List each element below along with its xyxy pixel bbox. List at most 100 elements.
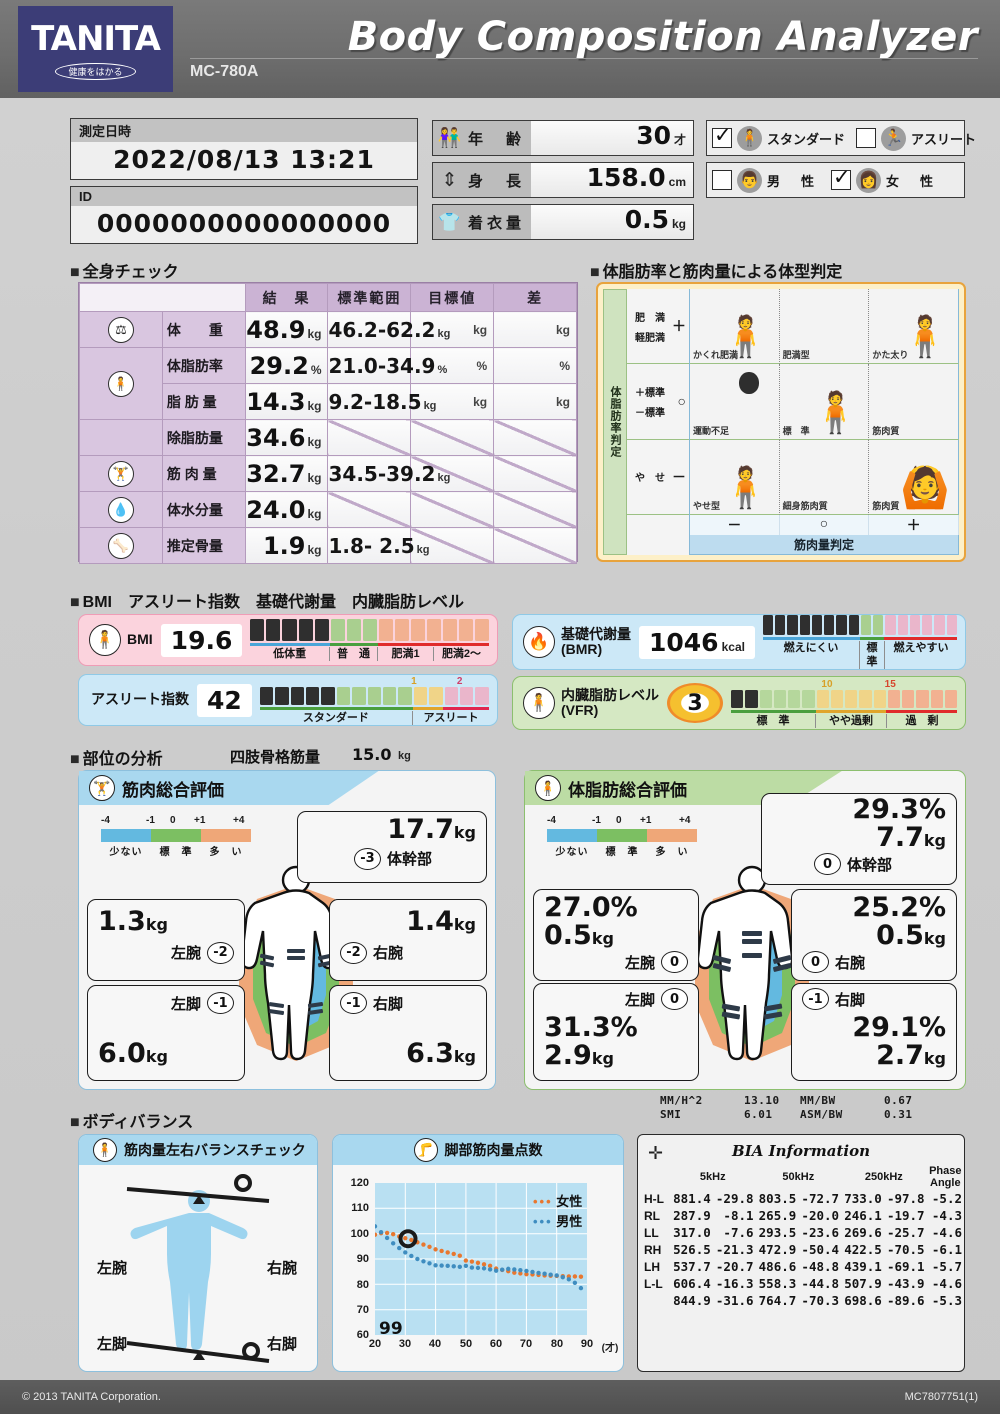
muscle-icon: 🏋 bbox=[79, 455, 163, 492]
green-figure-icon: 🧍 bbox=[810, 390, 861, 435]
col-diff: 差 bbox=[493, 283, 577, 312]
fat-right-leg-bubble: -1 右脚 29.1% 2.7kg bbox=[791, 983, 957, 1081]
bodytype-cell: 🙆 筋肉質 bbox=[869, 439, 959, 515]
mm-h2-value: 13.10 bbox=[744, 1094, 780, 1107]
table-row: 除脂肪量 34.6 kg bbox=[79, 419, 577, 456]
table-row: ⚖ 体 重 48.9 kg 46.2-62.2 kg kg kg bbox=[79, 311, 577, 348]
wholebody-table: 結 果 標準範囲 目標値 差 ⚖ 体 重 48.9 kg 46.2-62.2 kg … bbox=[78, 282, 578, 564]
bmi-gauge-cells bbox=[250, 619, 490, 641]
muscle-right-leg-bubble: -1 右脚 6.3kg bbox=[329, 985, 487, 1081]
legend-male: ••• 男性 bbox=[533, 1214, 583, 1229]
muscle-trunk-label: 体幹部 bbox=[387, 851, 433, 869]
fat-left-leg-pct: 31.3% bbox=[544, 1012, 638, 1043]
smi-name: SMI bbox=[660, 1108, 682, 1121]
male-dots-icon: ••• bbox=[533, 1214, 553, 1229]
vfr-icon: 🧍 bbox=[523, 687, 555, 719]
bia-header-row: 5kHz 50kHz 250kHz Phase Angle bbox=[638, 1164, 964, 1190]
muscle-figure-icon: 🏋 bbox=[89, 775, 115, 801]
id-value: 0000000000000000 bbox=[96, 209, 392, 238]
muscle-panel-header: 🏋 筋肉総合評価 bbox=[79, 771, 379, 805]
table-row: 🧍 体脂肪率 29.2% 21.0-34.9% % % bbox=[79, 347, 577, 420]
y-tick: 70 bbox=[356, 1304, 369, 1316]
row-diff bbox=[493, 491, 577, 528]
fat-trunk-pct: 29.3% bbox=[852, 794, 946, 825]
fat-right-arm-bubble: 25.2% 0.5kg 0 右腕 bbox=[791, 889, 957, 981]
y-tick: 100 bbox=[350, 1228, 369, 1240]
row-result: 29.2% bbox=[244, 347, 329, 384]
bodyfat-icon: 🧍 bbox=[79, 347, 163, 420]
row-label: 除脂肪量 bbox=[161, 419, 246, 456]
mm-bw-value: 0.67 bbox=[884, 1094, 913, 1107]
muscle-left-arm-label: 左腕 bbox=[170, 945, 201, 963]
bia-row: H-L 881.4 -29.8 803.5 -72.7 733.0 -97.8 -5.2 bbox=[644, 1191, 962, 1206]
row-label: 推定骨量 bbox=[161, 527, 246, 564]
bia-col-5khz: 5kHz bbox=[699, 1171, 726, 1183]
clothing-unit: kg bbox=[671, 217, 686, 231]
asm-value: 15.0 bbox=[352, 745, 392, 764]
standard-checkbox[interactable] bbox=[712, 123, 732, 148]
athlete-gauge-cells bbox=[259, 686, 489, 705]
bodytype-y-axis-label: 体脂肪率判定 bbox=[603, 289, 627, 555]
bmi-panel: 🧍 BMI 19.6 低体重 普 通 肥満1 肥満2～ bbox=[78, 614, 498, 666]
table-header-row: 結 果 標準範囲 目標値 差 bbox=[79, 283, 577, 312]
balance-heading: ボディバランス bbox=[70, 1108, 194, 1132]
weight-icon: ⚖ bbox=[79, 311, 163, 348]
row-diff: % bbox=[493, 347, 577, 384]
height-unit: cm bbox=[668, 175, 686, 189]
female-checkbox[interactable] bbox=[831, 165, 852, 190]
bodytype-cell: 筋肉質 bbox=[869, 364, 959, 440]
vfr-gauge-cells bbox=[731, 689, 957, 708]
row-result: 24.0 kg bbox=[244, 491, 329, 528]
bodytype-x-axis-label: 筋肉量判定 bbox=[689, 535, 959, 555]
doc-code: MC7807751(1) bbox=[904, 1391, 978, 1403]
fat-left-leg-score: 0 bbox=[661, 988, 688, 1010]
blue-figure-icon: 🙆 bbox=[900, 466, 950, 510]
balance-panel-title: 筋肉量左右バランスチェック bbox=[124, 1142, 306, 1158]
bodytype-cell: 🧍 標 準 bbox=[779, 364, 870, 440]
x-tick: 30 bbox=[398, 1338, 412, 1350]
bia-table: 5kHz 50kHz 250kHz Phase Angle H-L 881.4 -2… bbox=[638, 1164, 964, 1309]
muscle-segmental-panel: 🏋 筋肉総合評価 -4 -1 0 +1 +4 少ない 標 準 多 い 17.7k… bbox=[78, 770, 496, 1090]
athlete-checkbox[interactable] bbox=[856, 128, 877, 148]
copyright: © 2013 TANITA Corporation. bbox=[22, 1391, 161, 1403]
bmi-gauge: 低体重 普 通 肥満1 肥満2～ bbox=[250, 615, 490, 665]
fat-trunk-bubble: 29.3% 7.7kg 0 体幹部 bbox=[761, 793, 957, 885]
indices-heading: BMI アスリート指数 基礎代謝量 内臓脂肪レベル bbox=[70, 588, 464, 612]
footer: © 2013 TANITA Corporation. MC7807751(1) bbox=[0, 1380, 1000, 1414]
row-diff bbox=[493, 419, 577, 456]
y-tick: 80 bbox=[356, 1279, 369, 1291]
row-range: 34.5-39.2 kg bbox=[327, 455, 450, 492]
header-rule bbox=[190, 58, 978, 59]
segmental-heading: 部位の分析 bbox=[70, 745, 163, 769]
row-range bbox=[327, 491, 412, 528]
row-result: 14.3 kg bbox=[244, 383, 329, 420]
col-range: 標準範囲 bbox=[327, 283, 412, 312]
age-value: 30 bbox=[636, 121, 671, 150]
gender-selector: 👨 男 性 👩 女 性 bbox=[706, 162, 965, 198]
athlete-label: アスリート bbox=[911, 131, 977, 147]
height-field: ⇕ 身 長 158.0 cm bbox=[432, 162, 694, 198]
bodytype-cell: 🧍 かくれ肥満 bbox=[690, 289, 780, 365]
x-tick: 80 bbox=[550, 1338, 564, 1350]
age-field: 👫 年 齢 30 才 bbox=[432, 120, 694, 156]
person-icon: 👫 bbox=[437, 128, 462, 149]
y-tick: 90 bbox=[356, 1253, 369, 1265]
balance-panel: 🧍 筋肉量左右バランスチェック 左腕 右腕 左脚 右脚 bbox=[78, 1134, 318, 1372]
chart-title: 脚部筋肉量点数 bbox=[444, 1142, 543, 1158]
female-dots-icon: ••• bbox=[533, 1194, 553, 1209]
asm-bw-value: 0.31 bbox=[884, 1108, 913, 1121]
fat-right-leg-pct: 29.1% bbox=[852, 1012, 946, 1043]
row-target bbox=[410, 491, 495, 528]
water-icon: 💧 bbox=[79, 491, 163, 528]
female-icon: 👩 bbox=[856, 167, 882, 193]
datetime-value: 2022/08/13 13:21 bbox=[113, 145, 375, 174]
cross-icon: ✛ bbox=[648, 1143, 664, 1163]
col-result: 結 果 bbox=[244, 283, 329, 312]
bmi-value-box: 19.6 bbox=[160, 623, 243, 657]
row-range: 46.2-62.2 kg bbox=[327, 311, 450, 348]
fat-left-arm-pct: 27.0% bbox=[544, 892, 638, 923]
male-checkbox[interactable] bbox=[712, 170, 732, 190]
row-result: 34.6 kg bbox=[244, 419, 329, 456]
datetime-label: 測定日時 bbox=[71, 119, 417, 142]
shirt-icon: 👕 bbox=[438, 211, 461, 232]
